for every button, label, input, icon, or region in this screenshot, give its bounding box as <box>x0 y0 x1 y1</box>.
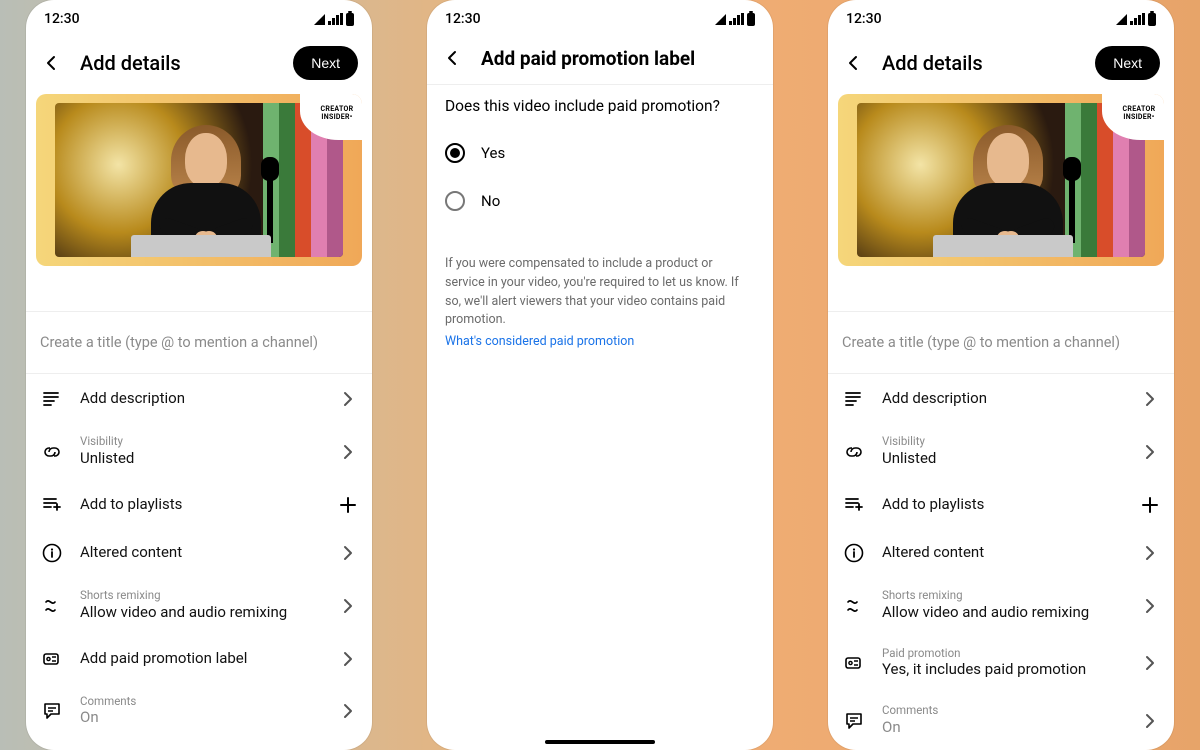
link-icon <box>40 440 62 462</box>
row-playlists[interactable]: Add to playlists <box>26 480 372 528</box>
link-icon <box>842 440 864 462</box>
wifi-icon <box>314 14 325 25</box>
battery-icon <box>747 13 755 26</box>
status-time: 12:30 <box>44 11 80 27</box>
plus-icon <box>1138 493 1160 515</box>
signal-icon <box>328 13 343 25</box>
row-add-description[interactable]: Add description <box>828 374 1174 422</box>
chevron-right-icon <box>1138 387 1160 409</box>
next-button[interactable]: Next <box>293 46 358 80</box>
chevron-right-icon <box>336 647 358 669</box>
back-button[interactable] <box>842 51 866 75</box>
status-icons <box>314 13 354 26</box>
row-comments[interactable]: CommentsOn <box>828 691 1174 749</box>
paid-promotion-icon <box>40 647 62 669</box>
row-shorts-remixing[interactable]: Shorts remixingAllow video and audio rem… <box>26 576 372 634</box>
battery-icon <box>1148 13 1156 26</box>
status-icons <box>1116 13 1156 26</box>
comments-icon <box>842 709 864 731</box>
radio-checked-icon <box>445 143 465 163</box>
info-icon <box>40 541 62 563</box>
row-comments[interactable]: CommentsOn <box>26 682 372 740</box>
home-indicator <box>545 740 655 744</box>
status-bar: 12:30 <box>427 0 773 38</box>
row-paid-promotion[interactable]: Add paid promotion label <box>26 634 372 682</box>
chevron-right-icon <box>1138 541 1160 563</box>
screen-title: Add paid promotion label <box>481 47 759 70</box>
wifi-icon <box>715 14 726 25</box>
title-input[interactable]: Create a title (type @ to mention a chan… <box>26 312 372 374</box>
radio-no[interactable]: No <box>445 181 755 229</box>
chevron-right-icon <box>336 699 358 721</box>
chevron-right-icon <box>336 594 358 616</box>
description-icon <box>842 387 864 409</box>
promo-question: Does this video include paid promotion? <box>445 97 755 115</box>
phone-add-details-updated: 12:30 Add details Next CREATORINSIDER• C… <box>828 0 1174 750</box>
chevron-right-icon <box>1138 594 1160 616</box>
playlist-add-icon <box>40 493 62 515</box>
back-button[interactable] <box>40 51 64 75</box>
status-bar: 12:30 <box>828 0 1174 38</box>
paid-promotion-icon <box>842 651 864 673</box>
remix-icon <box>842 594 864 616</box>
status-time: 12:30 <box>846 11 882 27</box>
row-visibility[interactable]: VisibilityUnlisted <box>828 422 1174 480</box>
row-add-description[interactable]: Add description <box>26 374 372 422</box>
promo-help-link[interactable]: What's considered paid promotion <box>445 334 755 349</box>
chevron-right-icon <box>1138 651 1160 673</box>
phone-paid-promotion: 12:30 Add paid promotion label Does this… <box>427 0 773 750</box>
back-button[interactable] <box>441 46 465 70</box>
radio-unchecked-icon <box>445 191 465 211</box>
app-bar: Add paid promotion label <box>427 38 773 84</box>
promo-disclaimer: If you were compensated to include a pro… <box>445 255 755 330</box>
wifi-icon <box>1116 14 1127 25</box>
status-bar: 12:30 <box>26 0 372 38</box>
status-icons <box>715 13 755 26</box>
status-time: 12:30 <box>445 11 481 27</box>
next-button[interactable]: Next <box>1095 46 1160 80</box>
row-shorts-remixing[interactable]: Shorts remixingAllow video and audio rem… <box>828 576 1174 634</box>
phone-add-details: 12:30 Add details Next CREATORINSIDER• C… <box>26 0 372 750</box>
plus-icon <box>336 493 358 515</box>
screen-title: Add details <box>80 51 277 75</box>
thumbnail-area[interactable]: CREATORINSIDER• <box>828 94 1174 276</box>
title-input[interactable]: Create a title (type @ to mention a chan… <box>828 312 1174 374</box>
playlist-add-icon <box>842 493 864 515</box>
row-paid-promotion[interactable]: Paid promotionYes, it includes paid prom… <box>828 634 1174 692</box>
info-icon <box>842 541 864 563</box>
comments-icon <box>40 699 62 721</box>
radio-yes[interactable]: Yes <box>445 133 755 181</box>
row-altered-content[interactable]: Altered content <box>26 528 372 576</box>
chevron-right-icon <box>1138 709 1160 731</box>
signal-icon <box>1130 13 1145 25</box>
signal-icon <box>729 13 744 25</box>
thumbnail-area[interactable]: CREATORINSIDER• <box>26 94 372 276</box>
chevron-right-icon <box>336 541 358 563</box>
remix-icon <box>40 594 62 616</box>
row-altered-content[interactable]: Altered content <box>828 528 1174 576</box>
video-thumbnail <box>857 103 1145 257</box>
screen-title: Add details <box>882 51 1079 75</box>
row-playlists[interactable]: Add to playlists <box>828 480 1174 528</box>
description-icon <box>40 387 62 409</box>
app-bar: Add details Next <box>828 38 1174 94</box>
chevron-right-icon <box>1138 440 1160 462</box>
chevron-right-icon <box>336 440 358 462</box>
app-bar: Add details Next <box>26 38 372 94</box>
battery-icon <box>346 13 354 26</box>
chevron-right-icon <box>336 387 358 409</box>
row-visibility[interactable]: VisibilityUnlisted <box>26 422 372 480</box>
video-thumbnail <box>55 103 343 257</box>
